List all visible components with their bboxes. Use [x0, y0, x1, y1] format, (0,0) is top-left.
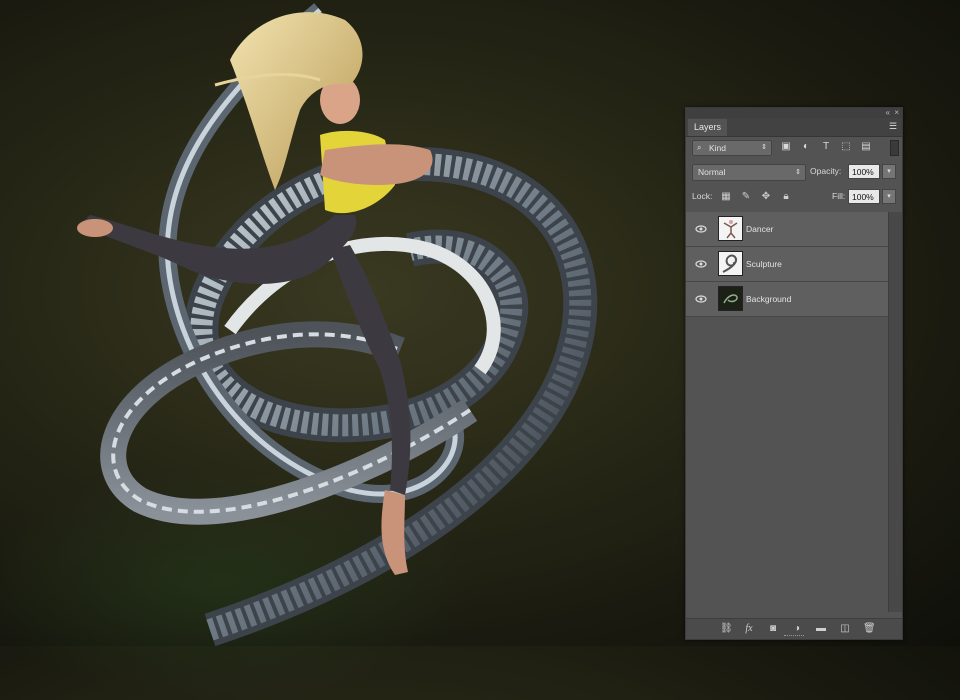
eye-icon[interactable] — [695, 293, 707, 305]
layer-row-dancer[interactable]: Dancer — [686, 212, 888, 247]
lock-transparent-icon[interactable]: ▦ — [720, 191, 732, 203]
stepper-arrows-icon: ⇕ — [761, 144, 767, 151]
add-mask-icon[interactable]: ◙ — [767, 623, 779, 635]
close-icon[interactable]: × — [894, 108, 899, 118]
layer-name: Sculpture — [746, 259, 782, 269]
layers-bottom-bar: ⛓ fx ◙ ◑ ▬ ◫ 🗑︎ — [686, 618, 902, 639]
link-layers-icon[interactable]: ⛓ — [720, 623, 733, 635]
filter-toggle[interactable] — [890, 140, 899, 156]
layer-name: Background — [746, 294, 792, 304]
fill-label: Fill: — [832, 191, 846, 201]
layer-row-background[interactable]: Background — [686, 282, 888, 317]
opacity-label: Opacity: — [810, 166, 842, 176]
lock-label: Lock: — [692, 191, 713, 201]
smart-object-filter-icon[interactable]: ▤ — [860, 141, 872, 153]
filter-kind-select[interactable]: ⌕ Kind ⇕ — [692, 140, 772, 156]
type-filter-icon[interactable]: T — [820, 141, 832, 153]
tab-layers[interactable]: Layers — [688, 119, 728, 136]
fx-icon[interactable]: fx — [743, 623, 755, 635]
lock-all-icon[interactable]: 🔒︎ — [780, 191, 792, 203]
panel-menu-icon[interactable]: ☰ — [887, 120, 899, 132]
background-thumbnail — [718, 286, 743, 311]
lock-position-icon[interactable]: ✥ — [760, 191, 772, 203]
blend-mode-select[interactable]: Normal ⇕ — [692, 164, 806, 181]
image-filter-icon[interactable]: ▣ — [780, 141, 792, 153]
filter-row: ⌕ Kind ⇕ ▣ ◐ T ⬚ ▤ — [686, 137, 902, 159]
layer-name: Dancer — [746, 224, 774, 234]
stepper-arrows-icon: ⇕ — [795, 169, 801, 176]
panel-tab-row: Layers ☰ — [686, 118, 902, 137]
lock-image-icon[interactable]: ✎ — [740, 191, 752, 203]
resize-grip[interactable] — [784, 635, 804, 638]
filter-kind-label: Kind — [709, 143, 727, 153]
collapse-icon[interactable]: « — [886, 108, 890, 118]
layers-scrollbar[interactable] — [888, 212, 902, 612]
shape-filter-icon[interactable]: ⬚ — [840, 141, 852, 153]
dancer-thumbnail — [718, 216, 743, 241]
layer-row-sculpture[interactable]: Sculpture — [686, 247, 888, 282]
new-layer-icon[interactable]: ◫ — [839, 623, 851, 635]
lock-row: Lock: ▦ ✎ ✥ 🔒︎ Fill: 100% ▾ — [686, 187, 902, 207]
delete-layer-icon[interactable]: 🗑︎ — [863, 623, 876, 635]
opacity-input[interactable]: 100% — [848, 164, 880, 179]
blend-mode-value: Normal — [698, 167, 726, 177]
blend-row: Normal ⇕ Opacity: 100% ▾ — [686, 162, 902, 182]
new-group-icon[interactable]: ▬ — [815, 623, 827, 635]
sculpture-thumbnail — [718, 251, 743, 276]
layers-panel: « × Layers ☰ ⌕ Kind ⇕ ▣ ◐ T ⬚ ▤ Normal ⇕… — [685, 107, 903, 640]
search-icon: ⌕ — [697, 143, 702, 152]
adjustment-filter-icon[interactable]: ◐ — [800, 141, 812, 153]
fill-dropdown-button[interactable]: ▾ — [882, 189, 896, 204]
opacity-dropdown-button[interactable]: ▾ — [882, 164, 896, 179]
eye-icon[interactable] — [695, 223, 707, 235]
fill-input[interactable]: 100% — [848, 189, 880, 204]
eye-icon[interactable] — [695, 258, 707, 270]
panel-title-bar[interactable]: « × — [686, 108, 902, 118]
adjustment-layer-icon[interactable]: ◑ — [791, 623, 803, 635]
layers-list: Dancer Sculpture Background — [686, 212, 888, 612]
